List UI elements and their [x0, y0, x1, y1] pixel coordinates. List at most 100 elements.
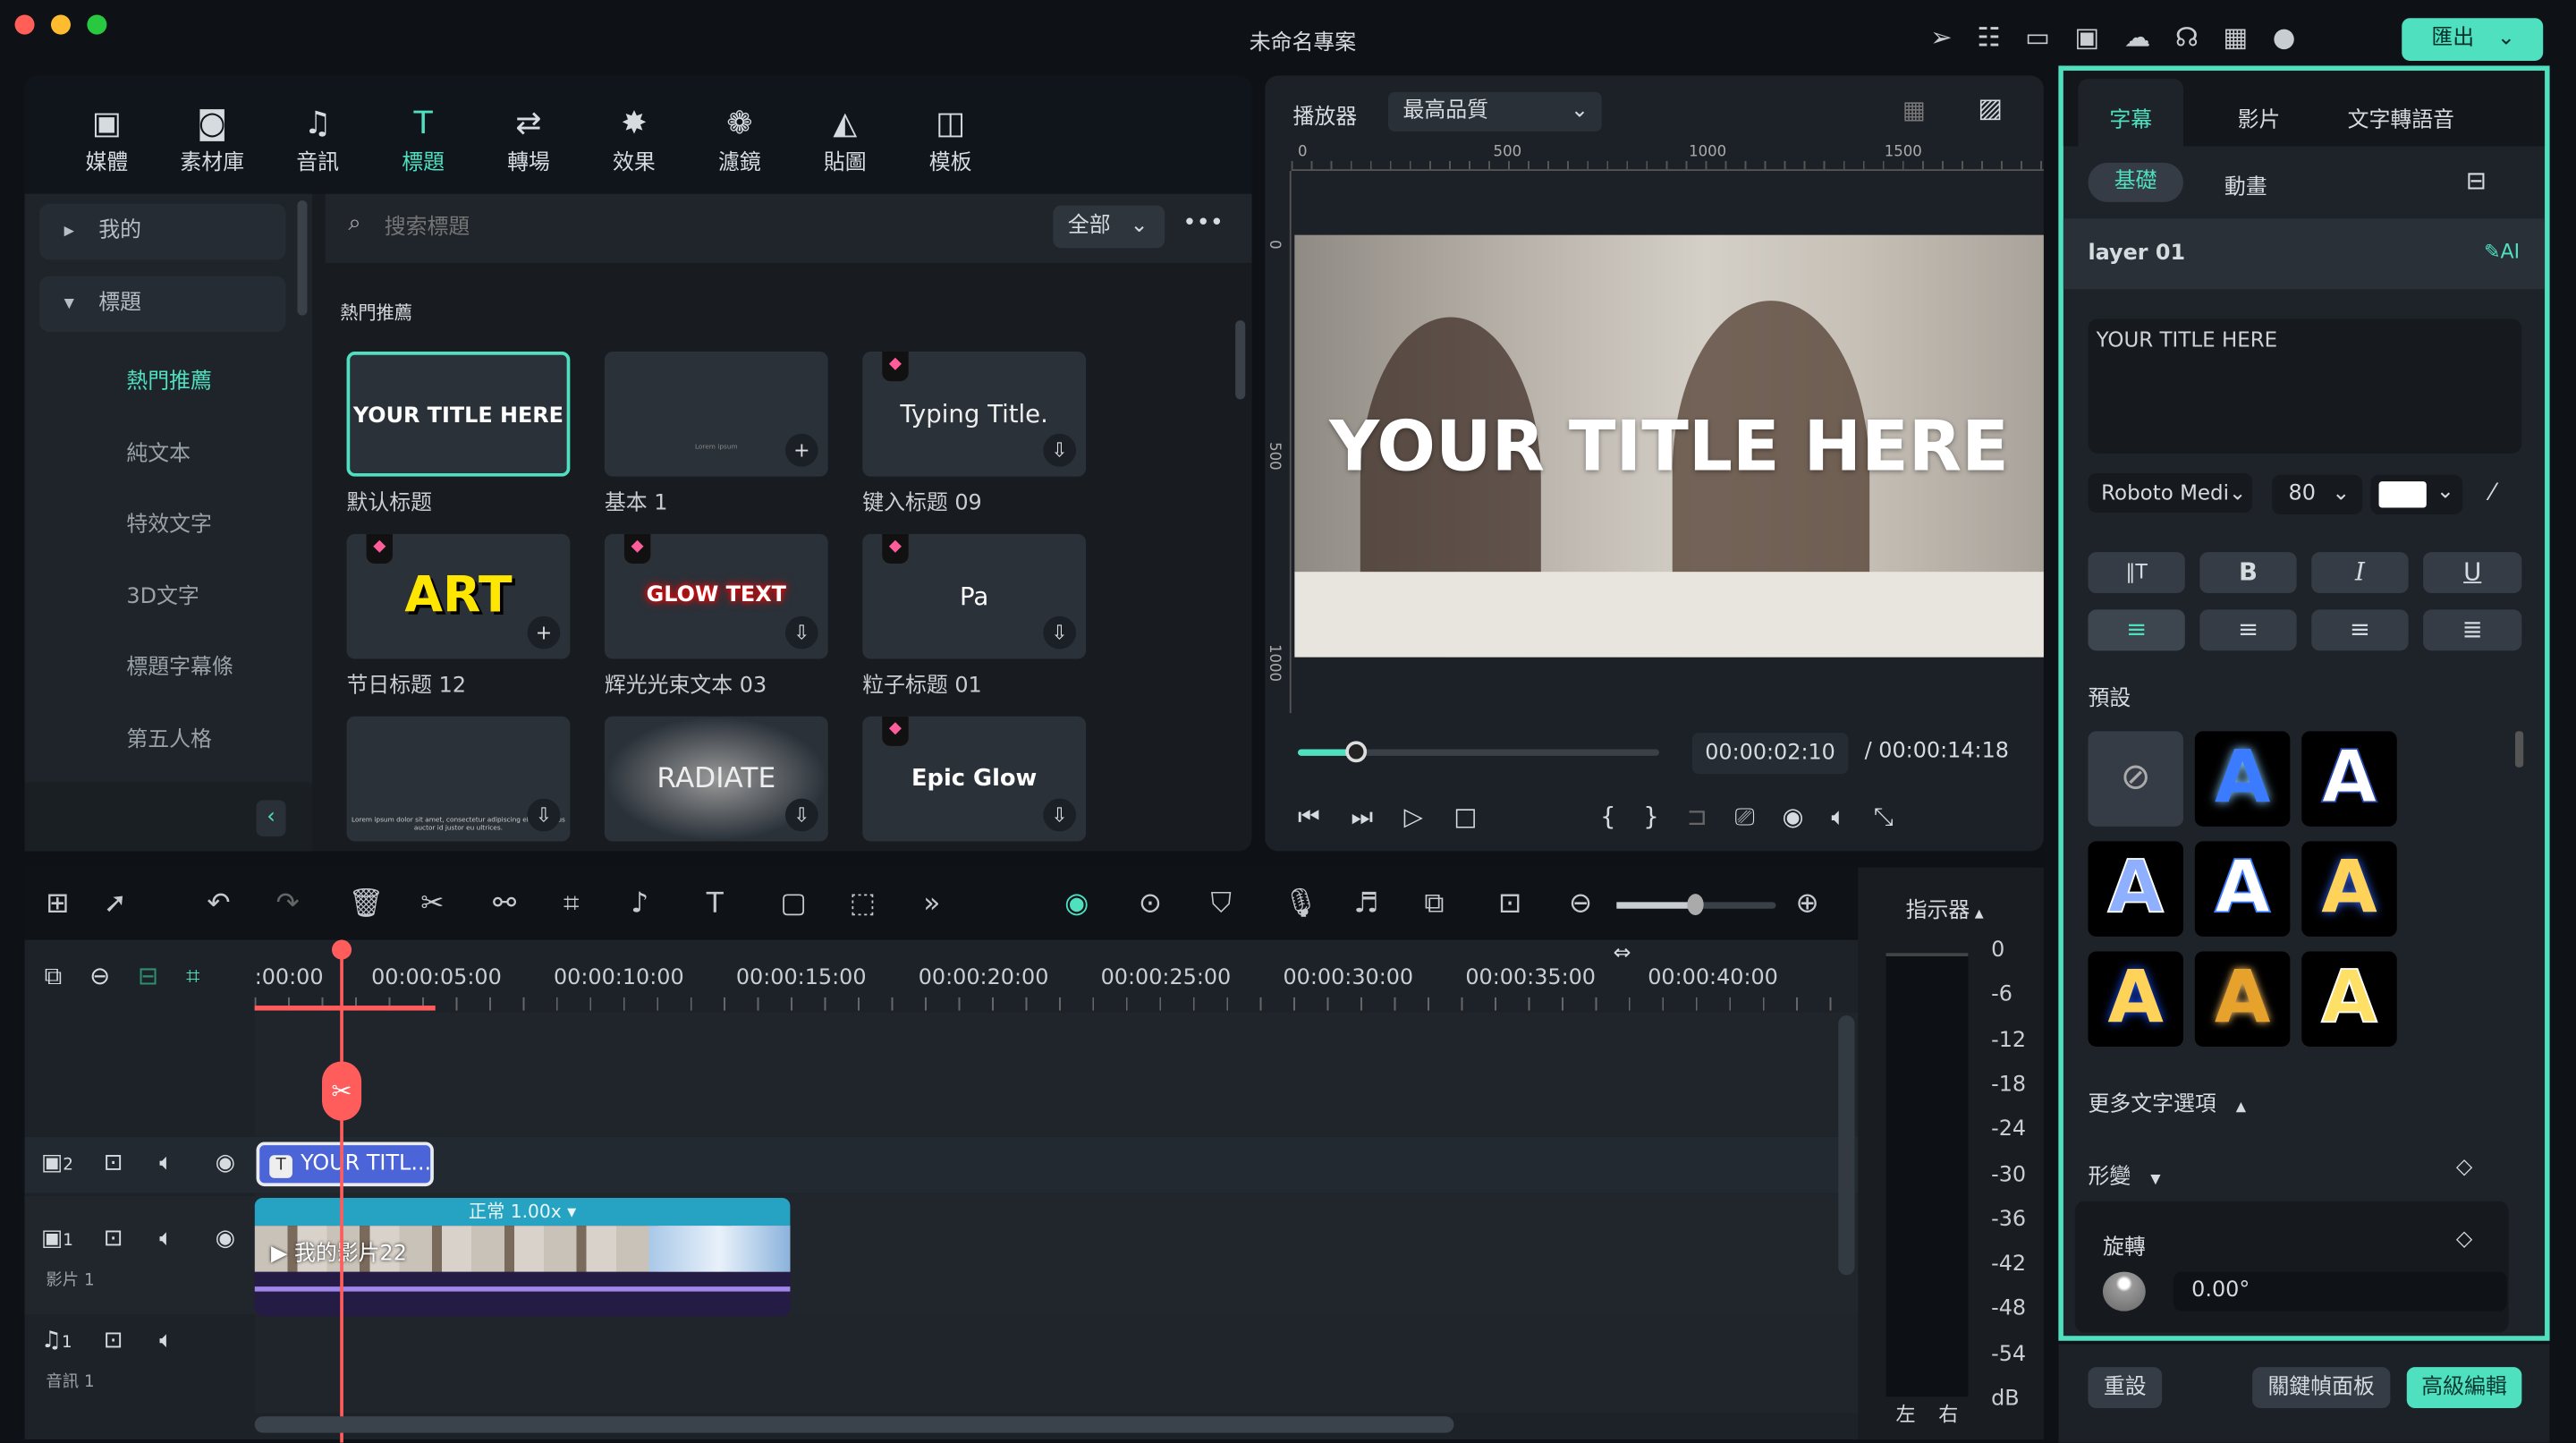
- add-icon[interactable]: +: [784, 433, 818, 467]
- title-card[interactable]: Lorem ipsum dolor sit amet, consectetur …: [346, 716, 571, 842]
- image-icon[interactable]: ▨: [1978, 92, 2003, 123]
- text-preset[interactable]: A: [2194, 951, 2291, 1047]
- undo-icon[interactable]: ↶: [207, 887, 230, 921]
- zoom-slider[interactable]: [1616, 894, 1776, 916]
- inspector-tab[interactable]: 影片: [2238, 102, 2281, 133]
- text-preset[interactable]: A: [2301, 951, 2397, 1047]
- rotate-keyframe-icon[interactable]: ◇: [2456, 1227, 2472, 1252]
- cut-icon[interactable]: ✂: [420, 887, 444, 921]
- pip-icon[interactable]: ⧉: [1424, 887, 1444, 921]
- title-text-input[interactable]: YOUR TITLE HERE: [2088, 318, 2522, 454]
- title-card[interactable]: ART ◆ +: [346, 533, 571, 659]
- export-button[interactable]: 匯出 ⌄: [2402, 18, 2544, 61]
- inspector-tab[interactable]: 文字轉語音: [2348, 102, 2454, 133]
- eyedropper-icon[interactable]: ⁄: [2490, 480, 2494, 505]
- underline-button[interactable]: U: [2423, 552, 2522, 594]
- insert-icon[interactable]: ⊐: [1687, 802, 1707, 831]
- lock-icon[interactable]: ⊡: [104, 1328, 123, 1354]
- vertical-text-button[interactable]: ‖T: [2088, 552, 2185, 594]
- headset-icon[interactable]: ☊: [2175, 21, 2224, 53]
- text-preset[interactable]: A: [2194, 841, 2291, 937]
- rotate-value-input[interactable]: 0.00°: [2173, 1271, 2507, 1311]
- tab-effects[interactable]: ✸ 效果: [593, 102, 675, 176]
- subtab-basic[interactable]: 基礎: [2088, 162, 2183, 202]
- lock-icon[interactable]: ⊡: [104, 1150, 123, 1176]
- magnet-icon[interactable]: ⊟: [138, 961, 158, 990]
- tab-library[interactable]: ◙ 素材庫: [171, 102, 253, 176]
- download-icon[interactable]: ⇩: [527, 798, 561, 832]
- playhead[interactable]: [340, 939, 343, 1443]
- text-preset[interactable]: A: [2088, 951, 2183, 1047]
- playhead-handle[interactable]: [332, 939, 352, 960]
- cloud-icon[interactable]: ☁: [2124, 21, 2175, 53]
- download-icon[interactable]: ⇩: [1043, 798, 1077, 832]
- snap-icon[interactable]: ⌗: [186, 961, 200, 990]
- crop-icon[interactable]: ⌗: [564, 887, 580, 921]
- add-icon[interactable]: +: [527, 615, 561, 649]
- mark-in-icon[interactable]: {: [1600, 802, 1616, 831]
- more-options-icon[interactable]: •••: [1182, 210, 1224, 236]
- send-icon[interactable]: ➢: [1930, 21, 1977, 53]
- title-card[interactable]: RADIATE ⇩: [604, 716, 828, 842]
- transform-toggle[interactable]: 形變 ▼: [2088, 1159, 2160, 1190]
- rotate-dial[interactable]: [2102, 1271, 2146, 1311]
- previous-frame-icon[interactable]: ⏮: [1298, 802, 1320, 831]
- more-text-options-toggle[interactable]: 更多文字選項 ▲: [2088, 1086, 2246, 1117]
- unlink-icon[interactable]: ⚯: [493, 887, 516, 921]
- snapshot-icon[interactable]: ◉: [1782, 802, 1803, 831]
- mute-icon[interactable]: 🔈︎: [159, 1328, 173, 1354]
- title-card[interactable]: GLOW TEXT ◆ ⇩: [604, 533, 828, 659]
- align-center-button[interactable]: ≡: [2311, 609, 2409, 651]
- delete-icon[interactable]: 🗑︎: [348, 887, 384, 921]
- tab-transition[interactable]: ⇄ 轉場: [487, 102, 570, 176]
- fullscreen-icon[interactable]: ⤡: [1874, 802, 1894, 831]
- download-icon[interactable]: ⇩: [1043, 433, 1077, 467]
- timeline-vscrollbar[interactable]: [1838, 1015, 1855, 1276]
- align-left-button[interactable]: ≡: [2088, 609, 2185, 651]
- timeline-hscrollbar[interactable]: [254, 1416, 1454, 1433]
- sidebar-scrollbar[interactable]: [297, 200, 308, 316]
- tab-template[interactable]: ◫ 模板: [910, 102, 992, 176]
- tab-media[interactable]: ▣ 媒體: [65, 102, 148, 176]
- justify-button[interactable]: ≣: [2423, 609, 2522, 651]
- title-card[interactable]: Epic Glow ◆ ⇩: [862, 716, 1087, 842]
- mute-icon[interactable]: 🔈︎: [159, 1150, 173, 1176]
- layout-icon[interactable]: ⊞: [46, 887, 69, 921]
- volume-icon[interactable]: 🔈︎: [1831, 802, 1846, 831]
- save-icon[interactable]: ▣: [2075, 21, 2124, 53]
- reset-button[interactable]: 重設: [2088, 1367, 2163, 1409]
- zoom-out-icon[interactable]: ⊖: [1569, 887, 1592, 921]
- render-icon[interactable]: ⊙: [1139, 887, 1162, 921]
- tab-sticker[interactable]: ◭ 貼圖: [804, 102, 886, 176]
- title-clip[interactable]: T YOUR TITL...: [256, 1142, 434, 1187]
- inspector-tab[interactable]: 字幕: [2109, 102, 2152, 133]
- color-picker[interactable]: ⌄: [2370, 474, 2463, 514]
- bold-button[interactable]: B: [2199, 552, 2297, 594]
- zoom-in-icon[interactable]: ⊕: [1796, 887, 1819, 921]
- layout-icon[interactable]: ▭: [2025, 21, 2074, 53]
- mask-icon[interactable]: ⬚: [850, 887, 877, 921]
- play-icon[interactable]: ▷: [1404, 802, 1423, 831]
- ai-icon[interactable]: ◉: [1064, 887, 1089, 921]
- title-card[interactable]: Lorem ipsum +: [604, 352, 828, 477]
- playback-progress[interactable]: [1297, 741, 1660, 763]
- filter-dropdown[interactable]: 全部 ⌄: [1053, 205, 1165, 249]
- save-preset-icon[interactable]: ⊟: [2466, 166, 2487, 196]
- current-time[interactable]: 00:00:02:10: [1691, 733, 1849, 775]
- sidebar-item[interactable]: 第五人格: [126, 721, 212, 753]
- meter-toggle[interactable]: 指示器 ▲: [1906, 892, 1984, 924]
- next-frame-icon[interactable]: ⏭: [1351, 802, 1373, 831]
- title-card[interactable]: Typing Title. ◆ ⇩: [862, 352, 1087, 477]
- avatar[interactable]: ●: [2273, 21, 2320, 53]
- download-icon[interactable]: ⇩: [1043, 615, 1077, 649]
- sidebar-item[interactable]: 熱門推薦: [126, 363, 212, 395]
- subtab-animation[interactable]: 動畫: [2224, 169, 2267, 201]
- sidebar-item[interactable]: 標題字幕條: [126, 649, 233, 682]
- font-dropdown[interactable]: Roboto Medi⌄: [2088, 472, 2253, 514]
- music-track-icon[interactable]: ♬: [1353, 887, 1378, 921]
- sidebar-item[interactable]: 特效文字: [126, 506, 212, 538]
- link-icon[interactable]: ⊖: [89, 961, 110, 990]
- video-clip[interactable]: 正常 1.00x ▾ ▶ 我的影片22: [254, 1197, 791, 1317]
- stop-icon[interactable]: □: [1453, 802, 1477, 831]
- audio-icon[interactable]: ♪: [631, 887, 648, 921]
